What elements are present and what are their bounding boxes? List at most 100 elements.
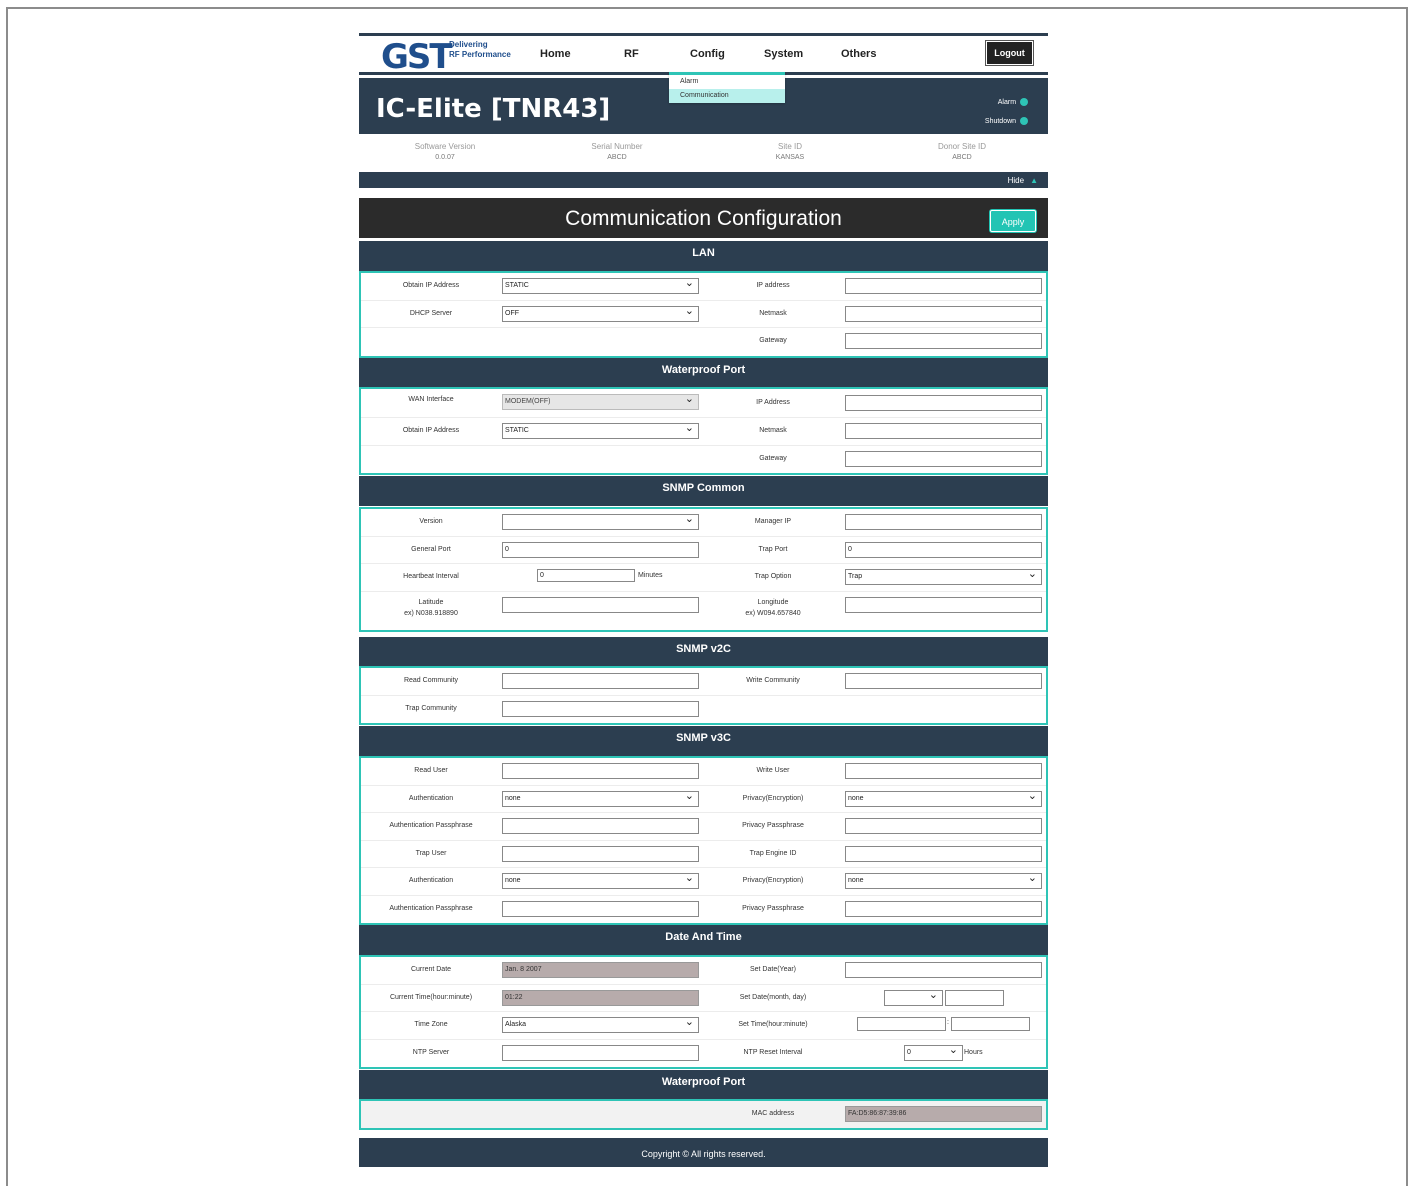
longitude-example: ex) W094.657840 <box>745 609 801 617</box>
longitude-input[interactable] <box>845 596 1042 613</box>
hide-bar: Hide ▲ <box>359 172 1048 188</box>
section-waterproof-mac: MAC address FA:D5:86:87:39:86 <box>359 1099 1048 1130</box>
serial-number-label: Serial Number <box>591 142 643 151</box>
authentication-select[interactable]: none <box>502 789 699 807</box>
form-row: MAC address FA:D5:86:87:39:86 <box>361 1101 1046 1128</box>
form-row: WAN Interface MODEM(OFF) IP Address <box>361 389 1046 418</box>
wp-gateway-input[interactable] <box>845 450 1042 467</box>
ntp-reset-select[interactable]: 0 <box>904 1043 963 1061</box>
section-snmp-common: Version Manager IP General Port 0 Trap P… <box>359 507 1048 632</box>
trap-community-input[interactable] <box>502 700 699 717</box>
write-user-input[interactable] <box>845 763 1042 779</box>
form-row: Latitude ex) N038.918890 Longitude ex) W09… <box>361 592 1046 630</box>
trap-option-select[interactable]: Trap <box>845 567 1042 585</box>
wan-interface-select[interactable]: MODEM(OFF) <box>502 392 699 410</box>
ntp-server-input[interactable] <box>502 1044 699 1061</box>
form-row: Authentication none Privacy(Encryption) … <box>361 868 1046 896</box>
trap-port-input[interactable]: 0 <box>845 541 1042 558</box>
form-row: DHCP Server OFF Netmask <box>361 301 1046 328</box>
form-row: Obtain IP Address STATIC IP address <box>361 273 1046 301</box>
write-user-label: Write User <box>756 767 790 774</box>
form-row: Authentication Passphrase Privacy Passph… <box>361 896 1046 924</box>
form-row: Gateway <box>361 446 1046 474</box>
privacy-select[interactable]: none <box>845 789 1042 807</box>
nav-system[interactable]: System <box>764 48 803 60</box>
privacy-passphrase-input[interactable] <box>845 818 1042 834</box>
trap-privacy-passphrase-input[interactable] <box>845 900 1042 917</box>
nav-home[interactable]: Home <box>540 48 571 60</box>
wp-ip-address-input[interactable] <box>845 395 1042 411</box>
apply-button[interactable]: Apply <box>990 210 1036 232</box>
hide-label: Hide <box>1007 176 1025 185</box>
lan-ip-address-input[interactable] <box>845 278 1042 294</box>
nav-rf[interactable]: RF <box>624 48 639 60</box>
dhcp-server-label: DHCP Server <box>409 309 453 317</box>
trap-auth-passphrase-input[interactable] <box>502 900 699 917</box>
form-row: Read Community Write Community <box>361 668 1046 696</box>
gateway-label: Gateway <box>759 337 787 344</box>
lan-netmask-input[interactable] <box>845 305 1042 322</box>
general-port-label: General Port <box>411 545 451 553</box>
ntp-reset-label: NTP Reset Interval <box>743 1048 803 1056</box>
site-id-value: KANSAS <box>775 154 805 161</box>
set-minute-input[interactable] <box>951 1017 1030 1031</box>
shutdown-status: Shutdown <box>985 117 1028 125</box>
form-row: Trap User Trap Engine ID <box>361 841 1046 868</box>
wp-gateway-label: Gateway <box>759 454 787 462</box>
snmp-version-select[interactable] <box>502 512 699 530</box>
form-row: Gateway <box>361 328 1046 356</box>
wp-netmask-input[interactable] <box>845 423 1042 439</box>
donor-site-id-value: ABCD <box>952 154 972 161</box>
lan-gateway-input[interactable] <box>845 333 1042 349</box>
general-port-input[interactable]: 0 <box>502 541 699 558</box>
auth-passphrase-input[interactable] <box>502 818 699 834</box>
privacy-passphrase-label: Privacy Passphrase <box>742 822 804 829</box>
read-user-input[interactable] <box>502 763 699 779</box>
set-hour-input[interactable] <box>857 1017 946 1031</box>
nav-config[interactable]: Config <box>690 48 725 60</box>
form-row: NTP Server NTP Reset Interval 0 Hours <box>361 1040 1046 1068</box>
dhcp-server-select[interactable]: OFF <box>502 304 699 322</box>
read-community-input[interactable] <box>502 673 699 689</box>
section-waterproof: WAN Interface MODEM(OFF) IP Address Obta… <box>359 387 1048 475</box>
set-month-select[interactable] <box>884 988 943 1006</box>
donor-site-id-label: Donor Site ID <box>937 142 987 151</box>
software-version-value: 0.0.07 <box>435 154 455 161</box>
trap-engine-id-input[interactable] <box>845 845 1042 862</box>
form-row: Time Zone Alaska Set Time(hour:minute) : <box>361 1012 1046 1040</box>
form-row: General Port 0 Trap Port 0 <box>361 537 1046 564</box>
current-time-field: 01:22 <box>502 989 699 1006</box>
serial-number-value: ABCD <box>607 154 627 161</box>
footer: Copyright © All rights reserved. <box>359 1138 1048 1167</box>
trap-privacy-label: Privacy(Encryption) <box>742 877 804 884</box>
wp-netmask-label: Netmask <box>759 427 787 434</box>
latitude-input[interactable] <box>502 596 699 613</box>
heartbeat-label: Heartbeat Interval <box>403 573 459 580</box>
trap-user-label: Trap User <box>415 849 447 857</box>
wp-obtain-ip-select[interactable]: STATIC <box>502 421 699 439</box>
menu-item-alarm[interactable]: Alarm <box>669 75 785 89</box>
trap-user-input[interactable] <box>502 845 699 862</box>
manager-ip-input[interactable] <box>845 514 1042 530</box>
latitude-label: Latitude ex) N038.918890 <box>361 597 501 619</box>
write-community-input[interactable] <box>845 673 1042 689</box>
logout-button[interactable]: Logout <box>986 41 1033 65</box>
nav-others[interactable]: Others <box>841 48 876 60</box>
device-title: IC-Elite [TNR43] <box>376 94 611 124</box>
trap-authentication-select[interactable]: none <box>502 871 699 889</box>
timezone-select[interactable]: Alaska <box>502 1015 699 1033</box>
software-version-label: Software Version <box>414 142 476 151</box>
hide-toggle[interactable]: Hide ▲ <box>1008 176 1038 185</box>
section-title-date-time: Date And Time <box>359 925 1048 955</box>
form-row: Heartbeat Interval 0 Minutes Trap Option… <box>361 564 1046 592</box>
set-year-input[interactable] <box>845 962 1042 978</box>
read-community-label: Read Community <box>403 677 459 684</box>
lan-obtain-ip-select[interactable]: STATIC <box>502 276 699 294</box>
site-id-label: Site ID <box>777 142 802 151</box>
trap-privacy-select[interactable]: none <box>845 871 1042 889</box>
heartbeat-input[interactable]: 0 <box>537 569 635 582</box>
set-day-input[interactable] <box>945 989 1004 1006</box>
menu-item-communication[interactable]: Communication <box>669 89 785 103</box>
device-info-row: Software Version 0.0.07 Serial Number AB… <box>359 134 1048 172</box>
software-version: Software Version 0.0.07 <box>359 142 531 161</box>
